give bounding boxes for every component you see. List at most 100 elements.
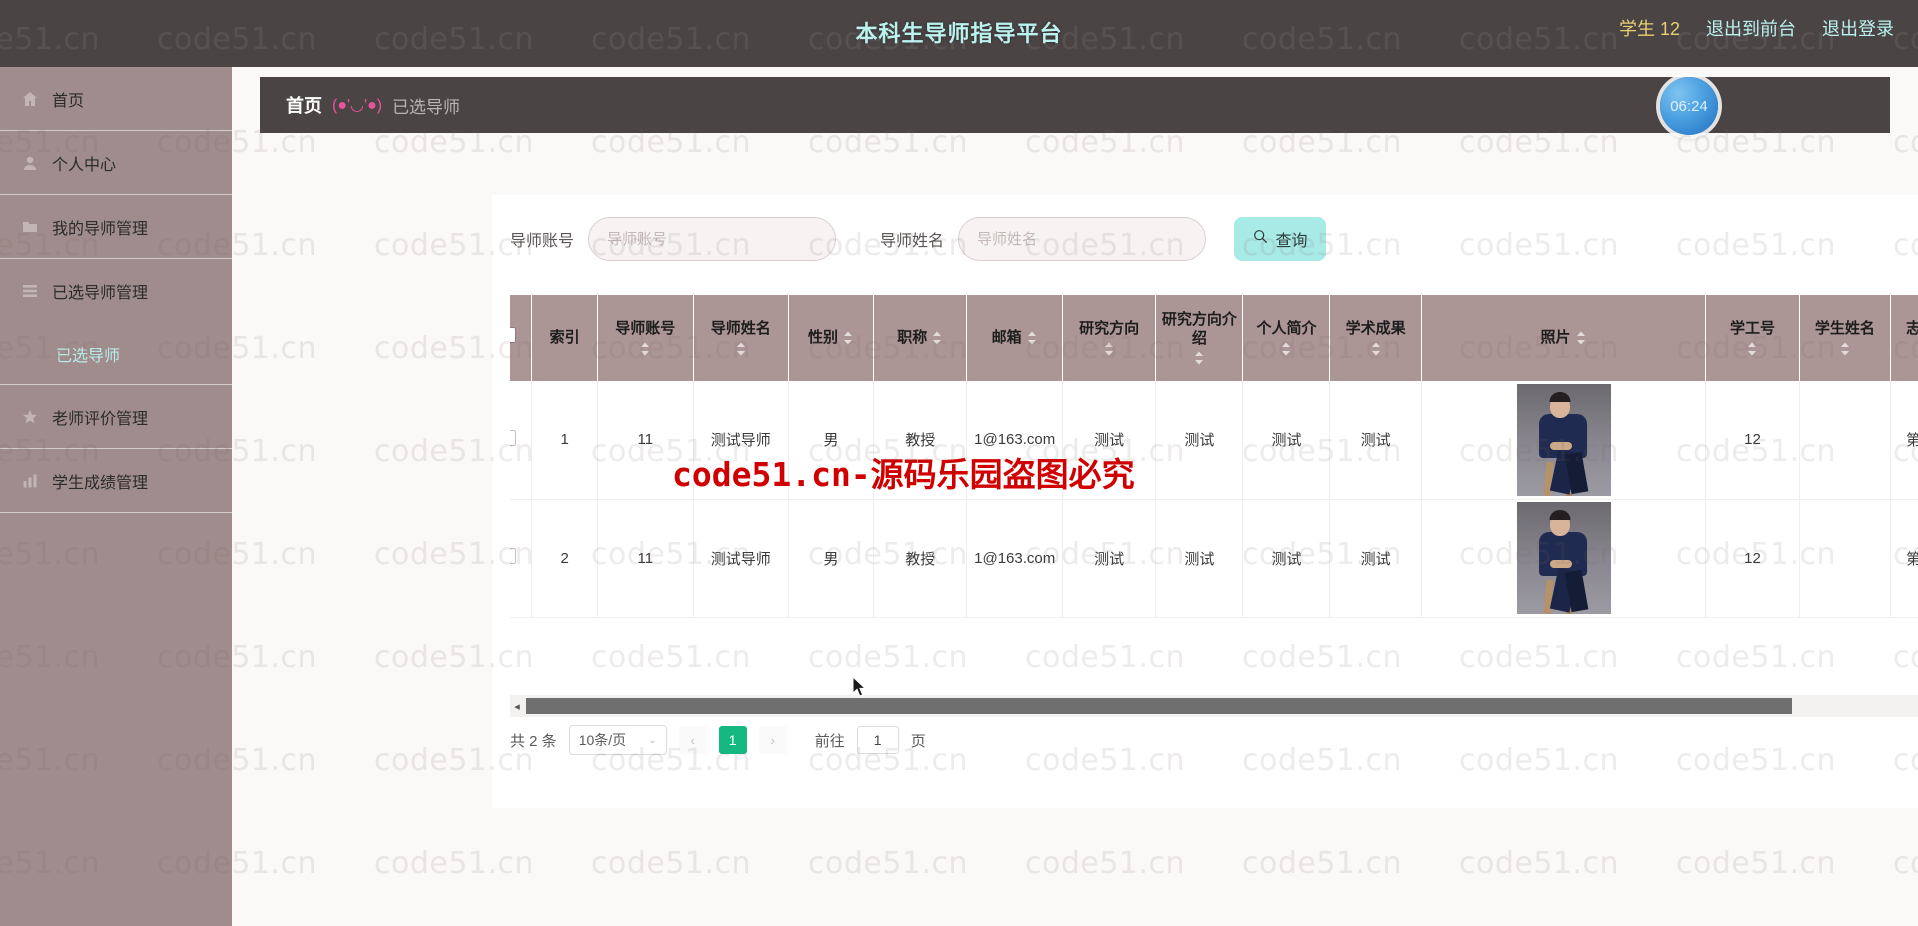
search-button[interactable]: 查询: [1234, 217, 1327, 261]
cell-index: 2: [531, 499, 599, 618]
search-filter-bar: 导师账号 导师姓名 查询: [510, 217, 1327, 261]
sort-icon[interactable]: [842, 331, 854, 345]
mentor-account-label: 导师账号: [510, 233, 575, 250]
table-row[interactable]: 211测试导师男教授1@163.com测试测试测试测试12第一志愿未通过: [510, 499, 1918, 618]
prev-page-button[interactable]: ‹: [678, 726, 707, 754]
column-header-label: 研究方向介绍: [1161, 310, 1237, 347]
sidebar-item-student-grade-management[interactable]: 学生成绩管理: [0, 449, 232, 513]
column-header-dir[interactable]: 研究方向: [1062, 295, 1157, 381]
cell-title: 教授: [873, 499, 968, 618]
breadcrumb: 首页 (●'◡'●) 已选导师: [260, 77, 1890, 133]
sidebar-item-label: 首页: [52, 92, 85, 110]
column-header-order[interactable]: 志愿顺序: [1890, 295, 1918, 381]
cell-acct: 11: [597, 381, 694, 500]
breadcrumb-current: 已选导师: [392, 97, 461, 117]
column-header-label: 研究方向: [1079, 320, 1140, 338]
data-table-viewport: 索引 导师账号 导师姓名 性别 职称 邮箱 研究方向 研究方向介绍 个人简介 学术成果 照片 学工号 学…: [510, 295, 1918, 695]
table-body: 111测试导师男教授1@163.com测试测试测试测试12第一志愿未通过211测…: [510, 381, 1918, 618]
sort-icon[interactable]: [1103, 342, 1115, 356]
sort-icon[interactable]: [1575, 331, 1587, 345]
row-checkbox[interactable]: [510, 429, 517, 446]
content-area: 首页 (●'◡'●) 已选导师 06:24 导师账号 导师姓名 查询: [232, 67, 1918, 926]
sidebar-subitem-label: 已选导师: [56, 347, 121, 365]
cell-order: 第一志愿: [1890, 381, 1918, 500]
mentor-name-input[interactable]: [958, 217, 1207, 261]
column-header-title[interactable]: 职称: [873, 295, 968, 381]
cell-achv: 测试: [1329, 381, 1422, 500]
header-right-actions: 学生 12 退出到前台 退出登录: [1619, 15, 1894, 41]
column-header-gender[interactable]: 性别: [788, 295, 874, 381]
cell-index: 1: [531, 381, 599, 500]
sidebar-item-label: 学生成绩管理: [52, 474, 149, 492]
table-header-row: 索引 导师账号 导师姓名 性别 职称 邮箱 研究方向 研究方向介绍 个人简介 学术成果 照片 学工号 学…: [510, 295, 1918, 381]
column-header-label: 导师账号: [615, 320, 676, 338]
row-checkbox[interactable]: [510, 548, 517, 564]
breadcrumb-home[interactable]: 首页: [286, 92, 322, 118]
sort-icon[interactable]: [1839, 342, 1851, 356]
scrollbar-track[interactable]: [524, 698, 1918, 714]
horizontal-scrollbar[interactable]: ◂ ▸: [510, 695, 1918, 717]
row-checkbox-cell[interactable]: [510, 499, 533, 618]
table-row[interactable]: 111测试导师男教授1@163.com测试测试测试测试12第一志愿未通过: [510, 381, 1918, 500]
chart-icon: [22, 473, 38, 489]
logout-link[interactable]: 退出登录: [1822, 15, 1894, 41]
mentor-account-input[interactable]: [588, 217, 837, 261]
top-header-bar: 本科生导师指导平台 学生 12 退出到前台 退出登录: [0, 0, 1918, 67]
column-header-dirdesc[interactable]: 研究方向介绍: [1155, 295, 1244, 381]
goto-page-input[interactable]: [856, 726, 899, 754]
sort-icon[interactable]: [1746, 342, 1758, 356]
select-all-checkbox[interactable]: [510, 327, 517, 344]
sidebar-item-my-mentor-management[interactable]: 我的导师管理: [0, 195, 232, 259]
column-header-label: 学工号: [1729, 320, 1775, 338]
sort-icon[interactable]: [1026, 331, 1038, 345]
mentor-photo: [1516, 383, 1611, 496]
sort-icon[interactable]: [1280, 342, 1292, 356]
cell-dirdesc: 测试: [1155, 499, 1244, 618]
exit-to-frontend-link[interactable]: 退出到前台: [1706, 15, 1796, 41]
column-header-acct[interactable]: 导师账号: [597, 295, 694, 381]
star-icon: [22, 409, 38, 425]
scroll-left-arrow[interactable]: ◂: [510, 700, 524, 713]
column-header-label: 个人简介: [1256, 320, 1317, 338]
sidebar-subitem-selected-mentor[interactable]: 已选导师: [0, 323, 232, 385]
row-checkbox-cell[interactable]: [510, 381, 533, 500]
column-header-achv[interactable]: 学术成果: [1329, 295, 1422, 381]
column-header-bio[interactable]: 个人简介: [1242, 295, 1331, 381]
main-panel: 导师账号 导师姓名 查询 索引导师账号导师姓名性别职称邮箱研究方向研究方向介绍个…: [492, 195, 1918, 808]
sort-icon[interactable]: [1370, 342, 1382, 356]
page-number-1[interactable]: 1: [718, 726, 747, 754]
sidebar-item-label: 我的导师管理: [52, 220, 149, 238]
cell-achv: 测试: [1329, 499, 1422, 618]
cell-photo: [1421, 381, 1707, 500]
column-header-email[interactable]: 邮箱: [966, 295, 1063, 381]
search-icon: [1253, 229, 1268, 249]
sort-icon[interactable]: [1193, 351, 1205, 365]
cell-name: 测试导师: [693, 499, 790, 618]
column-header-sname[interactable]: 学生姓名: [1799, 295, 1892, 381]
cell-acct: 11: [597, 499, 694, 618]
column-header-photo[interactable]: 照片: [1421, 295, 1707, 381]
search-button-label: 查询: [1275, 233, 1308, 250]
sort-icon[interactable]: [931, 331, 943, 345]
cell-order: 第一志愿: [1890, 499, 1918, 618]
sidebar-item-label: 老师评价管理: [52, 410, 149, 428]
cell-sname: [1799, 499, 1892, 618]
sidebar-item-teacher-evaluation-management[interactable]: 老师评价管理: [0, 385, 232, 449]
goto-label: 前往: [814, 732, 845, 750]
sidebar-item-personal-center[interactable]: 个人中心: [0, 131, 232, 195]
page-size-select[interactable]: 10条/页 ⌄: [568, 725, 667, 755]
clock-badge: 06:24: [1660, 77, 1718, 135]
sort-icon[interactable]: [639, 342, 651, 356]
scrollbar-thumb[interactable]: [526, 698, 1792, 714]
pagination-bar: 共 2 条 10条/页 ⌄ ‹ 1 › 前往 页: [510, 725, 926, 755]
column-header-name[interactable]: 导师姓名: [693, 295, 790, 381]
cell-bio: 测试: [1242, 381, 1331, 500]
column-header-index: 索引: [531, 295, 599, 381]
cell-gender: 男: [788, 499, 874, 618]
column-header-sid[interactable]: 学工号: [1705, 295, 1800, 381]
sidebar-item-label: 个人中心: [52, 156, 117, 174]
sidebar-item-home[interactable]: 首页: [0, 67, 232, 131]
sidebar-item-selected-mentor-management[interactable]: 已选导师管理: [0, 259, 232, 323]
next-page-button[interactable]: ›: [758, 726, 787, 754]
sort-icon[interactable]: [735, 342, 747, 356]
